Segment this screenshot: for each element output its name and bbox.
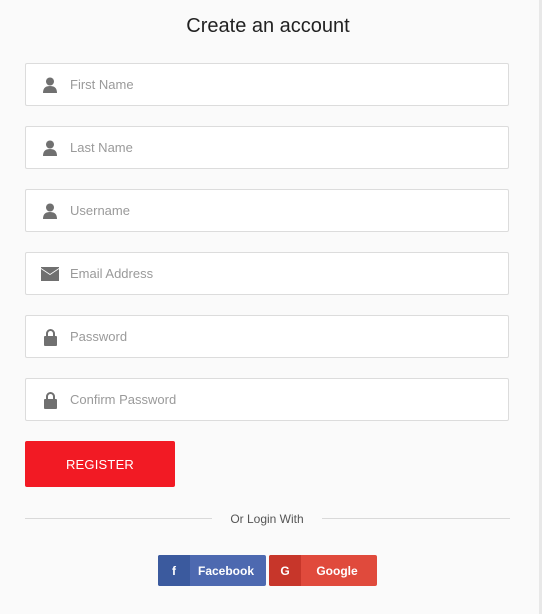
user-icon [40,202,60,220]
page-title: Create an account [186,15,350,37]
user-icon [40,76,60,94]
facebook-label: Facebook [197,563,254,578]
password-field[interactable] [25,315,509,358]
email-field[interactable] [25,252,509,295]
facebook-login-button[interactable]: f Facebook [158,555,266,586]
lock-icon [40,391,60,409]
last-name-input[interactable] [70,127,500,168]
lock-icon [40,328,60,346]
confirm-password-input[interactable] [70,379,500,420]
or-login-with-text: Or Login With [230,512,304,526]
google-label: Google [316,563,358,578]
divider-line-right [322,518,510,519]
envelope-icon [40,265,60,283]
first-name-input[interactable] [70,64,500,105]
google-icon: G [269,555,301,586]
first-name-field[interactable] [25,63,509,106]
register-page: Create an account First Name Last Name U… [0,0,542,614]
email-input[interactable] [70,253,500,294]
confirm-password-field[interactable] [25,378,509,421]
user-icon [40,139,60,157]
google-login-button[interactable]: G Google [269,555,377,586]
username-field[interactable] [25,189,509,232]
register-button[interactable]: REGISTER [25,441,175,487]
facebook-icon: f [158,555,190,586]
username-input[interactable] [70,190,500,231]
last-name-field[interactable] [25,126,509,169]
divider-line-left [25,518,212,519]
password-input[interactable] [70,316,500,357]
